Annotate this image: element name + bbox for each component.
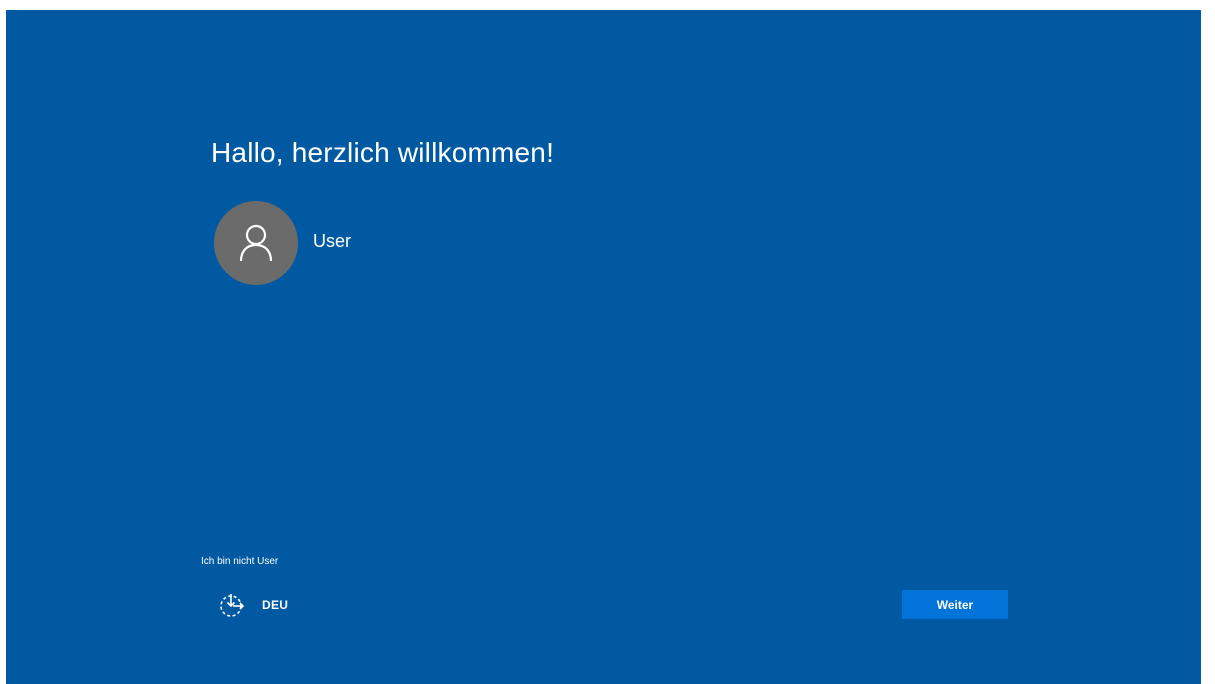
next-button[interactable]: Weiter	[902, 590, 1008, 619]
ease-of-access-icon	[220, 594, 245, 617]
language-indicator[interactable]: DEU	[262, 598, 288, 612]
page-title: Hallo, herzlich willkommen!	[211, 137, 555, 168]
account-name: User	[313, 230, 352, 251]
user-icon	[239, 224, 273, 262]
account-tile[interactable]: User	[214, 201, 351, 285]
avatar[interactable]	[214, 201, 298, 285]
oobe-screen: Hallo, herzlich willkommen! User Ich bin…	[6, 10, 1201, 684]
not-user-link[interactable]: Ich bin nicht User	[201, 556, 278, 567]
ease-of-access-button[interactable]	[217, 590, 247, 620]
